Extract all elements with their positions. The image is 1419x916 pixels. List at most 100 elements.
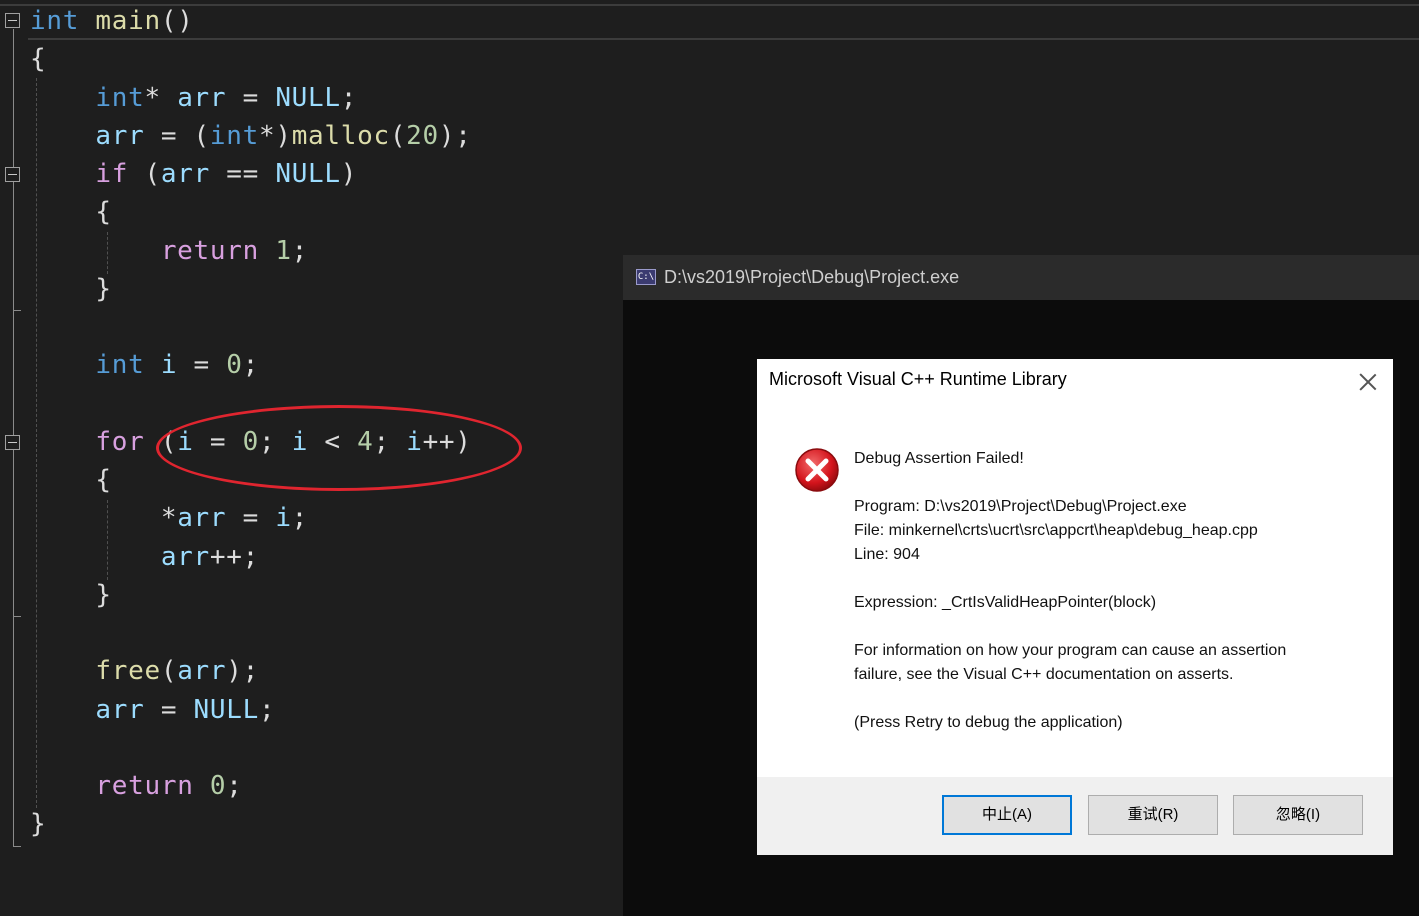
code-line: int i = 0; bbox=[30, 346, 259, 384]
code-line: { bbox=[30, 193, 112, 231]
code-token: ) bbox=[340, 159, 358, 189]
collapse-for-icon[interactable] bbox=[5, 435, 20, 450]
ignore-button[interactable]: 忽略(I) bbox=[1233, 795, 1363, 835]
code-line: arr = NULL; bbox=[30, 691, 275, 729]
program-path: Program: D:\vs2019\Project\Debug\Project… bbox=[854, 498, 1187, 515]
line-number: Line: 904 bbox=[854, 546, 920, 563]
code-token: = ( bbox=[144, 120, 210, 151]
code-line: int* arr = NULL; bbox=[30, 79, 357, 117]
code-token: ; bbox=[258, 694, 276, 725]
editor-top-border bbox=[0, 4, 1419, 6]
code-token: 20 bbox=[406, 120, 439, 151]
code-token: { bbox=[30, 197, 112, 228]
code-line: return 0; bbox=[30, 767, 243, 805]
info-text-1: For information on how your program can … bbox=[854, 642, 1287, 659]
code-token: ; bbox=[291, 503, 309, 534]
info-text-2: failure, see the Visual C++ documentatio… bbox=[854, 666, 1234, 683]
retry-hint: (Press Retry to debug the application) bbox=[854, 714, 1123, 731]
code-token: arr bbox=[177, 656, 227, 687]
code-token: arr bbox=[95, 120, 145, 151]
code-token: = bbox=[226, 503, 276, 534]
code-line: if (arr == NULL) bbox=[30, 155, 357, 193]
code-line: { bbox=[30, 40, 46, 78]
current-line-border bbox=[28, 38, 1419, 40]
console-titlebar[interactable]: C:\ D:\vs2019\Project\Debug\Project.exe bbox=[623, 255, 1419, 300]
code-token: * bbox=[30, 503, 178, 534]
code-token: ); bbox=[226, 656, 259, 687]
console-app-icon: C:\ bbox=[636, 269, 656, 285]
collapse-if-icon[interactable] bbox=[5, 167, 20, 182]
code-token: i bbox=[275, 503, 292, 534]
code-line: } bbox=[30, 805, 46, 843]
code-token: } bbox=[30, 579, 112, 610]
red-annotation-ellipse bbox=[156, 405, 522, 491]
code-token: 0 bbox=[209, 771, 227, 801]
code-token: * bbox=[144, 82, 178, 113]
code-token: return bbox=[95, 771, 194, 801]
code-token: malloc bbox=[291, 120, 390, 151]
code-token: free bbox=[95, 656, 161, 687]
code-line: { bbox=[30, 461, 112, 499]
code-token: 0 bbox=[226, 350, 243, 381]
code-token: = bbox=[177, 350, 227, 381]
code-token: arr bbox=[177, 503, 227, 534]
code-token: == bbox=[209, 159, 276, 189]
code-token: NULL bbox=[275, 159, 341, 189]
code-token: ; bbox=[242, 350, 259, 381]
code-token: int bbox=[209, 120, 259, 151]
abort-button[interactable]: 中止(A) bbox=[942, 795, 1072, 835]
code-line: } bbox=[30, 270, 112, 308]
close-icon[interactable] bbox=[1355, 369, 1381, 395]
code-token: ; bbox=[291, 235, 309, 266]
assertion-heading: Debug Assertion Failed! bbox=[854, 450, 1024, 467]
code-token: return bbox=[160, 235, 259, 266]
code-token: ; bbox=[340, 82, 358, 113]
file-path: File: minkernel\crts\ucrt\src\appcrt\hea… bbox=[854, 522, 1258, 539]
code-line: free(arr); bbox=[30, 652, 259, 690]
fold-end-if bbox=[13, 310, 21, 311]
code-token: ( bbox=[160, 656, 178, 687]
assertion-dialog[interactable]: Microsoft Visual C++ Runtime Library Deb… bbox=[757, 359, 1393, 855]
collapse-main-icon[interactable] bbox=[5, 13, 20, 28]
code-token: () bbox=[160, 6, 194, 36]
code-token: ; bbox=[226, 771, 243, 801]
code-token: ++; bbox=[209, 541, 259, 572]
code-token: { bbox=[30, 44, 47, 75]
code-token: i bbox=[160, 350, 178, 381]
code-token: NULL bbox=[193, 694, 259, 725]
code-token: main bbox=[95, 6, 161, 36]
code-token: arr bbox=[160, 159, 210, 189]
code-token: = bbox=[144, 694, 194, 725]
code-line: arr = (int*)malloc(20); bbox=[30, 117, 472, 155]
code-token: NULL bbox=[275, 82, 341, 113]
code-line: *arr = i; bbox=[30, 499, 308, 537]
console-title: D:\vs2019\Project\Debug\Project.exe bbox=[664, 267, 960, 287]
code-token: int bbox=[95, 350, 145, 381]
dialog-title: Microsoft Visual C++ Runtime Library bbox=[769, 369, 1067, 389]
retry-button[interactable]: 重试(R) bbox=[1088, 795, 1218, 835]
code-token: if bbox=[95, 159, 129, 189]
code-token: ( bbox=[389, 120, 407, 151]
code-token: arr bbox=[160, 541, 210, 572]
code-line: int main() bbox=[30, 2, 194, 40]
code-token: ( bbox=[128, 159, 161, 189]
code-token: } bbox=[30, 273, 112, 304]
code-line: } bbox=[30, 576, 112, 614]
code-token: *) bbox=[258, 120, 292, 151]
code-token: int bbox=[95, 82, 145, 113]
code-token: ); bbox=[438, 120, 472, 151]
fold-end-for bbox=[13, 616, 21, 617]
error-icon bbox=[795, 448, 839, 492]
code-token: arr bbox=[95, 694, 145, 725]
